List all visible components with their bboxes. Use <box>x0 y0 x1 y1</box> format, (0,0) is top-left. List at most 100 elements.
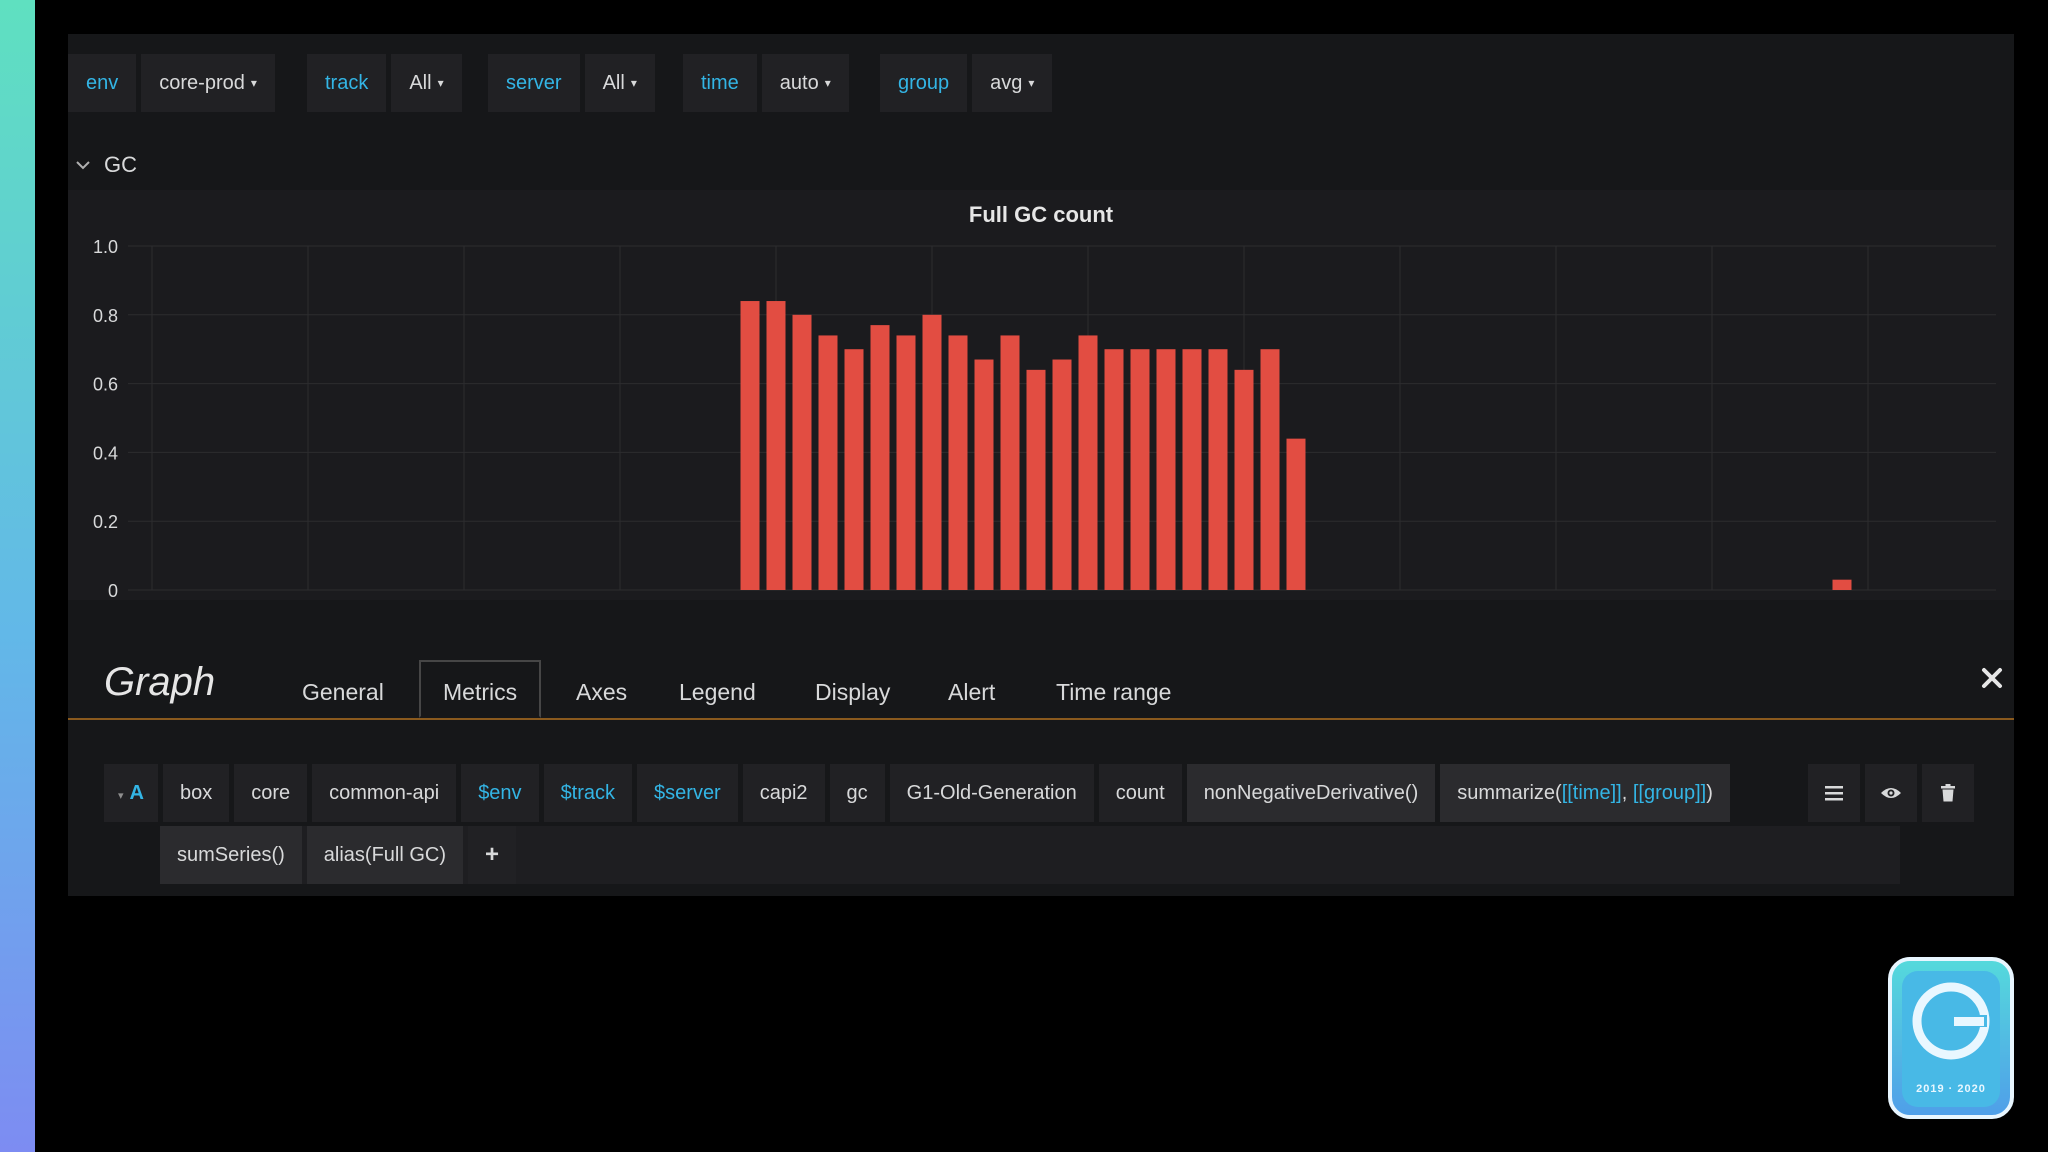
badge-body: 2019 · 2020 <box>1902 971 2000 1107</box>
variable-time: time auto ▾ <box>683 54 849 112</box>
chevron-down-icon <box>76 161 90 170</box>
caret-down-icon: ▾ <box>630 76 637 90</box>
bar <box>766 301 786 590</box>
variable-dropdown[interactable]: avg ▾ <box>972 54 1053 112</box>
caret-down-icon: ▾ <box>1028 76 1035 90</box>
bar <box>1104 349 1124 590</box>
y-tick-label: 0.6 <box>93 375 118 395</box>
metric-segment-variable[interactable]: $env <box>461 764 539 822</box>
bar <box>1026 369 1046 590</box>
metric-query-editor: ▾ A box core common-api $env $track $serv… <box>104 764 1900 884</box>
close-icon[interactable] <box>1978 664 2006 692</box>
bar <box>1260 349 1280 590</box>
y-tick-label: 0.2 <box>93 512 118 532</box>
query-tools <box>1808 764 1974 822</box>
function-separator: , <box>1621 782 1633 804</box>
bar <box>792 314 812 590</box>
variable-dropdown[interactable]: All ▾ <box>584 54 655 112</box>
function-arg: [[time]] <box>1561 782 1622 804</box>
bar <box>1208 349 1228 590</box>
metric-segment[interactable]: core <box>234 764 308 822</box>
bar <box>896 335 916 590</box>
bar <box>1286 438 1306 590</box>
variable-label: group <box>880 54 968 112</box>
function-name: summarize( <box>1457 782 1562 804</box>
add-function-button[interactable]: + <box>468 826 517 884</box>
eye-icon <box>1881 788 1901 798</box>
row-header-gc[interactable]: GC <box>74 150 137 180</box>
graph-panel: Full GC count 00.20.40.60.81.018:0018:30… <box>68 190 2014 600</box>
tab-metrics[interactable]: Metrics <box>419 660 542 718</box>
variable-label: server <box>488 54 580 112</box>
hamburger-menu-icon <box>1825 786 1843 801</box>
badge-text: 2019 · 2020 <box>1916 1083 1986 1095</box>
metric-segment[interactable]: count <box>1098 764 1182 822</box>
variable-track: track All ▾ <box>307 54 462 112</box>
metric-segment[interactable]: capi2 <box>742 764 825 822</box>
function-summarize[interactable]: summarize([[time]], [[group]]) <box>1440 764 1730 822</box>
app-logo-icon <box>1912 982 1990 1060</box>
variable-value: All <box>409 72 432 94</box>
dashboard-panel: env core-prod ▾ track All ▾ server All ▾ ti… <box>68 34 2014 896</box>
bar <box>1156 349 1176 590</box>
caret-down-icon: ▾ <box>437 76 444 90</box>
query-letter-toggle[interactable]: ▾ A <box>104 764 158 822</box>
bar <box>1832 579 1852 590</box>
query-menu-button[interactable] <box>1808 764 1860 822</box>
caret-down-icon: ▾ <box>118 790 124 802</box>
left-gradient-strip <box>0 0 35 1152</box>
function-suffix: ) <box>1706 782 1713 804</box>
bar <box>1052 359 1072 590</box>
caret-down-icon: ▾ <box>250 76 257 90</box>
variable-value: All <box>602 72 625 94</box>
bar <box>1000 335 1020 590</box>
function-segment[interactable]: sumSeries() <box>160 826 302 884</box>
function-arg: [[group]] <box>1632 782 1707 804</box>
app-badge[interactable]: 2019 · 2020 <box>1888 957 2014 1119</box>
variable-dropdown[interactable]: All ▾ <box>391 54 462 112</box>
bar <box>870 325 890 590</box>
row-indent <box>104 826 155 884</box>
bar <box>844 349 864 590</box>
tab-general[interactable]: General <box>280 666 406 718</box>
variable-env: env core-prod ▾ <box>68 54 275 112</box>
function-segment[interactable]: nonNegativeDerivative() <box>1186 764 1436 822</box>
variable-label: track <box>307 54 387 112</box>
editor-title: Graph <box>104 660 216 704</box>
query-toggle-visibility-button[interactable] <box>1865 764 1917 822</box>
bar <box>948 335 968 590</box>
metric-segment[interactable]: G1-Old-Generation <box>889 764 1094 822</box>
query-row-2: sumSeries() alias(Full GC) + <box>104 826 1900 884</box>
tab-time-range[interactable]: Time range <box>1034 666 1193 718</box>
metric-segment-variable[interactable]: $server <box>637 764 738 822</box>
metric-segment[interactable]: gc <box>829 764 885 822</box>
query-row-1: ▾ A box core common-api $env $track $serv… <box>104 764 1730 822</box>
trash-icon <box>1941 784 1955 802</box>
bar <box>922 314 942 590</box>
metric-segment-variable[interactable]: $track <box>543 764 633 822</box>
variable-dropdown[interactable]: core-prod ▾ <box>141 54 275 112</box>
variable-label: time <box>683 54 757 112</box>
function-segment[interactable]: alias(Full GC) <box>306 826 464 884</box>
panel-editor-tabs: Graph General Metrics Axes Legend Displa… <box>68 650 2014 720</box>
query-delete-button[interactable] <box>1922 764 1974 822</box>
bar <box>974 359 994 590</box>
row-title: GC <box>104 152 137 177</box>
variable-server: server All ▾ <box>488 54 655 112</box>
bar <box>740 301 760 590</box>
variable-value: avg <box>990 72 1023 94</box>
metric-segment[interactable]: box <box>162 764 230 822</box>
tab-alert[interactable]: Alert <box>926 666 1017 718</box>
tab-legend[interactable]: Legend <box>657 666 778 718</box>
metric-segment[interactable]: common-api <box>312 764 457 822</box>
bar <box>1130 349 1150 590</box>
bar <box>1078 335 1098 590</box>
tab-display[interactable]: Display <box>793 666 912 718</box>
variable-dropdown[interactable]: auto ▾ <box>761 54 849 112</box>
y-tick-label: 1.0 <box>93 237 118 257</box>
variable-label: env <box>68 54 137 112</box>
variable-value: core-prod <box>159 72 245 94</box>
bar <box>1234 369 1254 590</box>
tab-axes[interactable]: Axes <box>554 666 649 718</box>
variable-value: auto <box>779 72 819 94</box>
